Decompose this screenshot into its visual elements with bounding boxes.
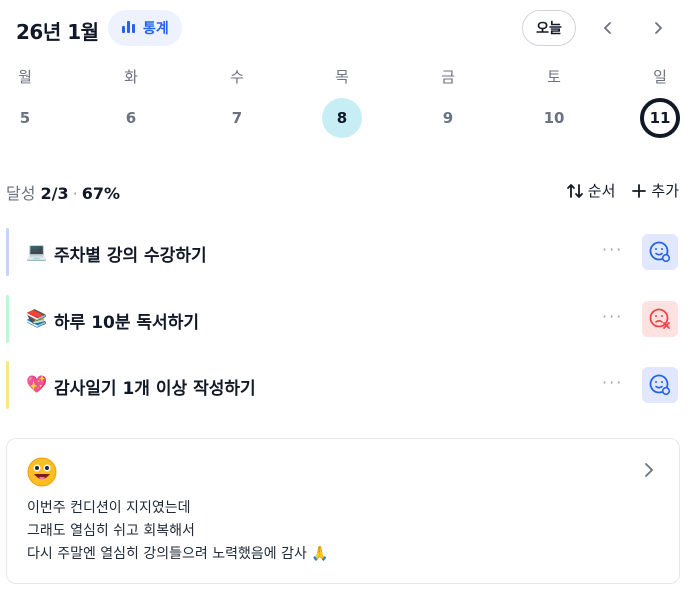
stats-label: 통계	[143, 21, 169, 37]
date-cell[interactable]: 9	[428, 98, 468, 138]
weekday-label: 수	[230, 68, 244, 86]
sort-icon	[566, 183, 583, 198]
more-options-button[interactable]: ···	[602, 307, 623, 326]
chevron-left-icon	[603, 22, 611, 34]
diary-note-card[interactable]: 이번주 컨디션이 지지였는데 그래도 열심히 쉬고 회복해서 다시 주말엔 열심…	[6, 438, 680, 584]
smile-check-icon	[649, 374, 671, 396]
more-options-button[interactable]: ···	[602, 240, 623, 259]
achievement-count: 2/3	[40, 184, 69, 203]
bar-chart-icon	[121, 18, 137, 38]
add-label: 추가	[651, 182, 679, 200]
status-done-button[interactable]	[642, 234, 678, 270]
date-cell[interactable]: 5	[5, 98, 45, 138]
achievement-summary: 달성 2/3 · 67%	[6, 184, 121, 203]
task-title: 하루 10분 독서하기	[54, 313, 199, 333]
books-icon: 📚	[26, 309, 48, 329]
next-week-button[interactable]	[644, 14, 672, 42]
weekday-label: 토	[547, 68, 561, 86]
frown-x-icon	[649, 308, 670, 329]
task-item[interactable]: 💻 주차별 강의 수강하기 ···	[6, 228, 680, 276]
list-actions: 순서 추가	[566, 180, 679, 201]
weekday-row: 월 화 수 목 금 토 일	[0, 62, 694, 102]
chevron-right-icon	[655, 22, 663, 34]
prev-week-button[interactable]	[594, 14, 622, 42]
note-line: 그래도 열심히 쉬고 회복해서	[27, 523, 195, 539]
date-cell-today[interactable]: 8	[322, 98, 362, 138]
task-title: 주차별 강의 수강하기	[54, 246, 207, 266]
weekday-label: 금	[441, 68, 455, 86]
note-text: 이번주 컨디션이 지지였는데 그래도 열심히 쉬고 회복해서 다시 주말엔 열심…	[27, 497, 329, 566]
achievement-label: 달성	[6, 184, 36, 203]
more-options-button[interactable]: ···	[602, 373, 623, 392]
task-color-bar	[6, 295, 9, 343]
achievement-percent: 67%	[81, 184, 121, 203]
weekday-label: 월	[18, 68, 32, 86]
weekday-label: 화	[124, 68, 138, 86]
calendar-header: 26년 1월 통계 오늘	[16, 10, 676, 48]
date-cell[interactable]: 10	[534, 98, 574, 138]
chevron-right-icon[interactable]	[643, 461, 655, 483]
plus-icon	[632, 183, 647, 198]
date-cell-selected[interactable]: 11	[640, 98, 680, 138]
month-title: 26년 1월	[16, 20, 99, 44]
date-cell[interactable]: 6	[111, 98, 151, 138]
heart-icon: 💖	[26, 375, 48, 395]
note-line: 다시 주말엔 열심히 강의들으려 노력했음에 감사 🙏	[27, 546, 329, 562]
task-color-bar	[6, 361, 9, 409]
weekday-label: 목	[335, 68, 349, 86]
stats-button[interactable]: 통계	[108, 10, 182, 46]
status-failed-button[interactable]	[642, 301, 678, 337]
sort-button[interactable]: 순서	[566, 180, 616, 201]
smile-check-icon	[649, 241, 671, 263]
task-item[interactable]: 💖 감사일기 1개 이상 작성하기 ···	[6, 361, 680, 409]
status-done-button[interactable]	[642, 367, 678, 403]
winking-face-icon	[27, 457, 57, 491]
task-title: 감사일기 1개 이상 작성하기	[54, 379, 256, 399]
task-color-bar	[6, 228, 9, 276]
sort-label: 순서	[587, 182, 616, 200]
laptop-icon: 💻	[26, 242, 48, 262]
today-button[interactable]: 오늘	[522, 10, 576, 46]
note-line: 이번주 컨디션이 지지였는데	[27, 500, 191, 516]
date-row: 5 6 7 8 9 10 11	[0, 98, 694, 138]
add-button[interactable]: 추가	[631, 180, 679, 201]
task-item[interactable]: 📚 하루 10분 독서하기 ···	[6, 295, 680, 343]
weekday-label: 일	[653, 68, 667, 86]
date-cell[interactable]: 7	[217, 98, 257, 138]
